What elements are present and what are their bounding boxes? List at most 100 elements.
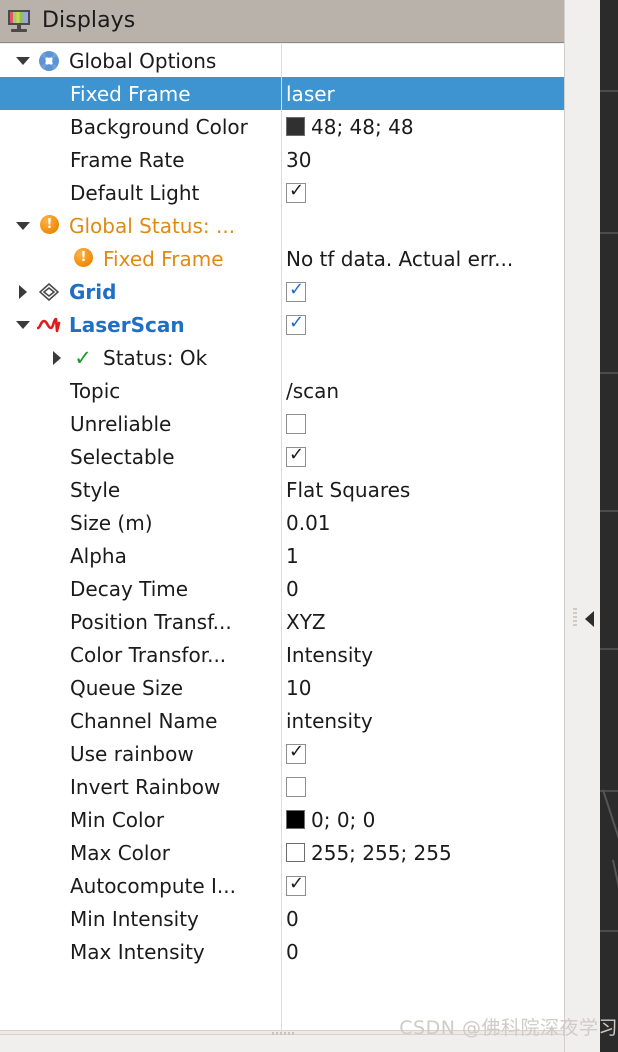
tree-row-name-cell[interactable]: Frame Rate — [0, 143, 281, 176]
tree-row-decay-time[interactable]: Decay Time 0 — [0, 572, 564, 605]
expander-collapse-icon[interactable] — [10, 56, 36, 65]
tree-row-value-cell[interactable]: 30 — [281, 143, 564, 176]
tree-row-name-cell[interactable]: Default Light — [0, 176, 281, 209]
displays-property-tree[interactable]: Global Options Fixed Frame laser Background… — [0, 44, 564, 1032]
tree-row-topic[interactable]: Topic/scan — [0, 374, 564, 407]
checkbox-selectable[interactable] — [286, 445, 306, 467]
tree-row-invert-rainbow[interactable]: Invert Rainbow — [0, 770, 564, 803]
tree-row-name-cell[interactable]: Alpha — [0, 539, 281, 572]
tree-row-name-cell[interactable]: Fixed Frame — [0, 77, 281, 110]
tree-row-laserscan-status[interactable]: ✓ Status: Ok — [0, 341, 564, 374]
tree-row-name-cell[interactable]: Autocompute I... — [0, 869, 281, 902]
tree-row-value-cell[interactable]: 0.01 — [281, 506, 564, 539]
tree-row-name-cell[interactable]: Use rainbow — [0, 737, 281, 770]
tree-row-size-m[interactable]: Size (m) 0.01 — [0, 506, 564, 539]
tree-row-name-cell[interactable]: LaserScan — [0, 308, 281, 341]
checkbox-laserscan[interactable] — [286, 313, 306, 335]
tree-row-value-cell[interactable]: 10 — [281, 671, 564, 704]
tree-row-value-cell[interactable]: 0 — [281, 572, 564, 605]
tree-row-value-cell[interactable]: 0; 0; 0 — [281, 803, 564, 836]
color-swatch-max-color[interactable] — [286, 843, 305, 862]
tree-row-value-cell[interactable]: XYZ — [281, 605, 564, 638]
expander-expand-icon[interactable] — [10, 284, 36, 299]
tree-row-value-cell[interactable] — [281, 209, 564, 242]
expander-collapse-icon[interactable] — [10, 320, 36, 329]
tree-row-fixed-frame[interactable]: Fixed Frame laser — [0, 77, 564, 110]
tree-row-channel-name[interactable]: Channel Name intensity — [0, 704, 564, 737]
tree-row-value-cell[interactable] — [281, 440, 564, 473]
checkbox-grid[interactable] — [286, 280, 306, 302]
tree-row-name-cell[interactable]: Size (m) — [0, 506, 281, 539]
tree-row-grid[interactable]: Grid — [0, 275, 564, 308]
tree-row-value-cell[interactable]: 255; 255; 255 — [281, 836, 564, 869]
tree-row-name-cell[interactable]: Selectable — [0, 440, 281, 473]
tree-row-name-cell[interactable]: Queue Size — [0, 671, 281, 704]
color-swatch-background-color[interactable] — [286, 117, 305, 136]
tree-row-frame-rate[interactable]: Frame Rate 30 — [0, 143, 564, 176]
checkbox-use-rainbow[interactable] — [286, 742, 306, 764]
tree-row-value-cell[interactable] — [281, 869, 564, 902]
tree-row-name-cell[interactable]: ✓ Status: Ok — [0, 341, 281, 374]
tree-row-value-cell[interactable]: Intensity — [281, 638, 564, 671]
tree-row-unreliable[interactable]: Unreliable — [0, 407, 564, 440]
tree-row-name-cell[interactable]: Color Transfor... — [0, 638, 281, 671]
tree-row-value-cell[interactable]: 0 — [281, 902, 564, 935]
checkbox-unreliable[interactable] — [286, 413, 306, 434]
tree-row-use-rainbow[interactable]: Use rainbow — [0, 737, 564, 770]
expander-expand-icon[interactable] — [44, 350, 70, 365]
checkbox-autocompute-intensity[interactable] — [286, 874, 306, 896]
tree-row-name-cell[interactable]: Invert Rainbow — [0, 770, 281, 803]
tree-row-name-cell[interactable]: Max Intensity — [0, 935, 281, 968]
tree-row-value-cell[interactable]: 0 — [281, 935, 564, 968]
tree-row-value-cell[interactable]: intensity — [281, 704, 564, 737]
tree-row-laserscan[interactable]: LaserScan — [0, 308, 564, 341]
tree-row-name-cell[interactable]: Position Transf... — [0, 605, 281, 638]
tree-row-position-transformer[interactable]: Position Transf... XYZ — [0, 605, 564, 638]
tree-row-name-cell[interactable]: Global Status: ... — [0, 209, 281, 242]
tree-row-max-color[interactable]: Max Color 255; 255; 255 — [0, 836, 564, 869]
tree-row-value-cell[interactable] — [281, 44, 564, 77]
tree-row-autocompute-intensity[interactable]: Autocompute I... — [0, 869, 564, 902]
checkbox-default-light[interactable] — [286, 181, 306, 203]
tree-row-queue-size[interactable]: Queue Size 10 — [0, 671, 564, 704]
tree-row-name-cell[interactable]: Grid — [0, 275, 281, 308]
tree-row-value-cell[interactable] — [281, 308, 564, 341]
tree-row-value-cell[interactable]: 48; 48; 48 — [281, 110, 564, 143]
tree-row-value-cell[interactable]: /scan — [281, 374, 564, 407]
tree-row-name-cell[interactable]: Max Color — [0, 836, 281, 869]
expander-collapse-icon[interactable] — [10, 221, 36, 230]
tree-row-name-cell[interactable]: Channel Name — [0, 704, 281, 737]
tree-row-value-cell[interactable] — [281, 737, 564, 770]
tree-row-max-intensity[interactable]: Max Intensity 0 — [0, 935, 564, 968]
tree-row-name-cell[interactable]: Decay Time — [0, 572, 281, 605]
tree-row-global-status[interactable]: Global Status: ... — [0, 209, 564, 242]
tree-row-name-cell[interactable]: Topic — [0, 374, 281, 407]
tree-row-value-cell[interactable] — [281, 275, 564, 308]
panel-splitter[interactable] — [564, 0, 600, 1052]
tree-row-value-cell[interactable]: No tf data. Actual err... — [281, 242, 564, 275]
tree-row-name-cell[interactable]: Style — [0, 473, 281, 506]
tree-row-style[interactable]: Style Flat Squares — [0, 473, 564, 506]
tree-row-name-cell[interactable]: Unreliable — [0, 407, 281, 440]
tree-row-global-options[interactable]: Global Options — [0, 44, 564, 77]
tree-row-color-transformer[interactable]: Color Transfor... Intensity — [0, 638, 564, 671]
color-swatch-min-color[interactable] — [286, 810, 305, 829]
tree-row-value-cell[interactable] — [281, 770, 564, 803]
tree-row-name-cell[interactable]: Fixed Frame — [0, 242, 281, 275]
tree-row-name-cell[interactable]: Global Options — [0, 44, 281, 77]
tree-row-value-cell[interactable]: Flat Squares — [281, 473, 564, 506]
tree-row-default-light[interactable]: Default Light — [0, 176, 564, 209]
tree-row-min-color[interactable]: Min Color 0; 0; 0 — [0, 803, 564, 836]
tree-row-value-cell[interactable] — [281, 341, 564, 374]
tree-row-name-cell[interactable]: Min Color — [0, 803, 281, 836]
tree-row-value-cell[interactable] — [281, 176, 564, 209]
tree-row-selectable[interactable]: Selectable — [0, 440, 564, 473]
tree-row-name-cell[interactable]: Min Intensity — [0, 902, 281, 935]
render-viewport[interactable] — [600, 0, 618, 1052]
tree-row-status-fixed-frame[interactable]: Fixed Frame No tf data. Actual err... — [0, 242, 564, 275]
tree-row-value-cell[interactable] — [281, 407, 564, 440]
tree-row-name-cell[interactable]: Background Color — [0, 110, 281, 143]
tree-row-alpha[interactable]: Alpha 1 — [0, 539, 564, 572]
collapse-left-arrow-icon[interactable] — [585, 611, 594, 627]
tree-row-value-cell[interactable]: laser — [281, 77, 564, 110]
